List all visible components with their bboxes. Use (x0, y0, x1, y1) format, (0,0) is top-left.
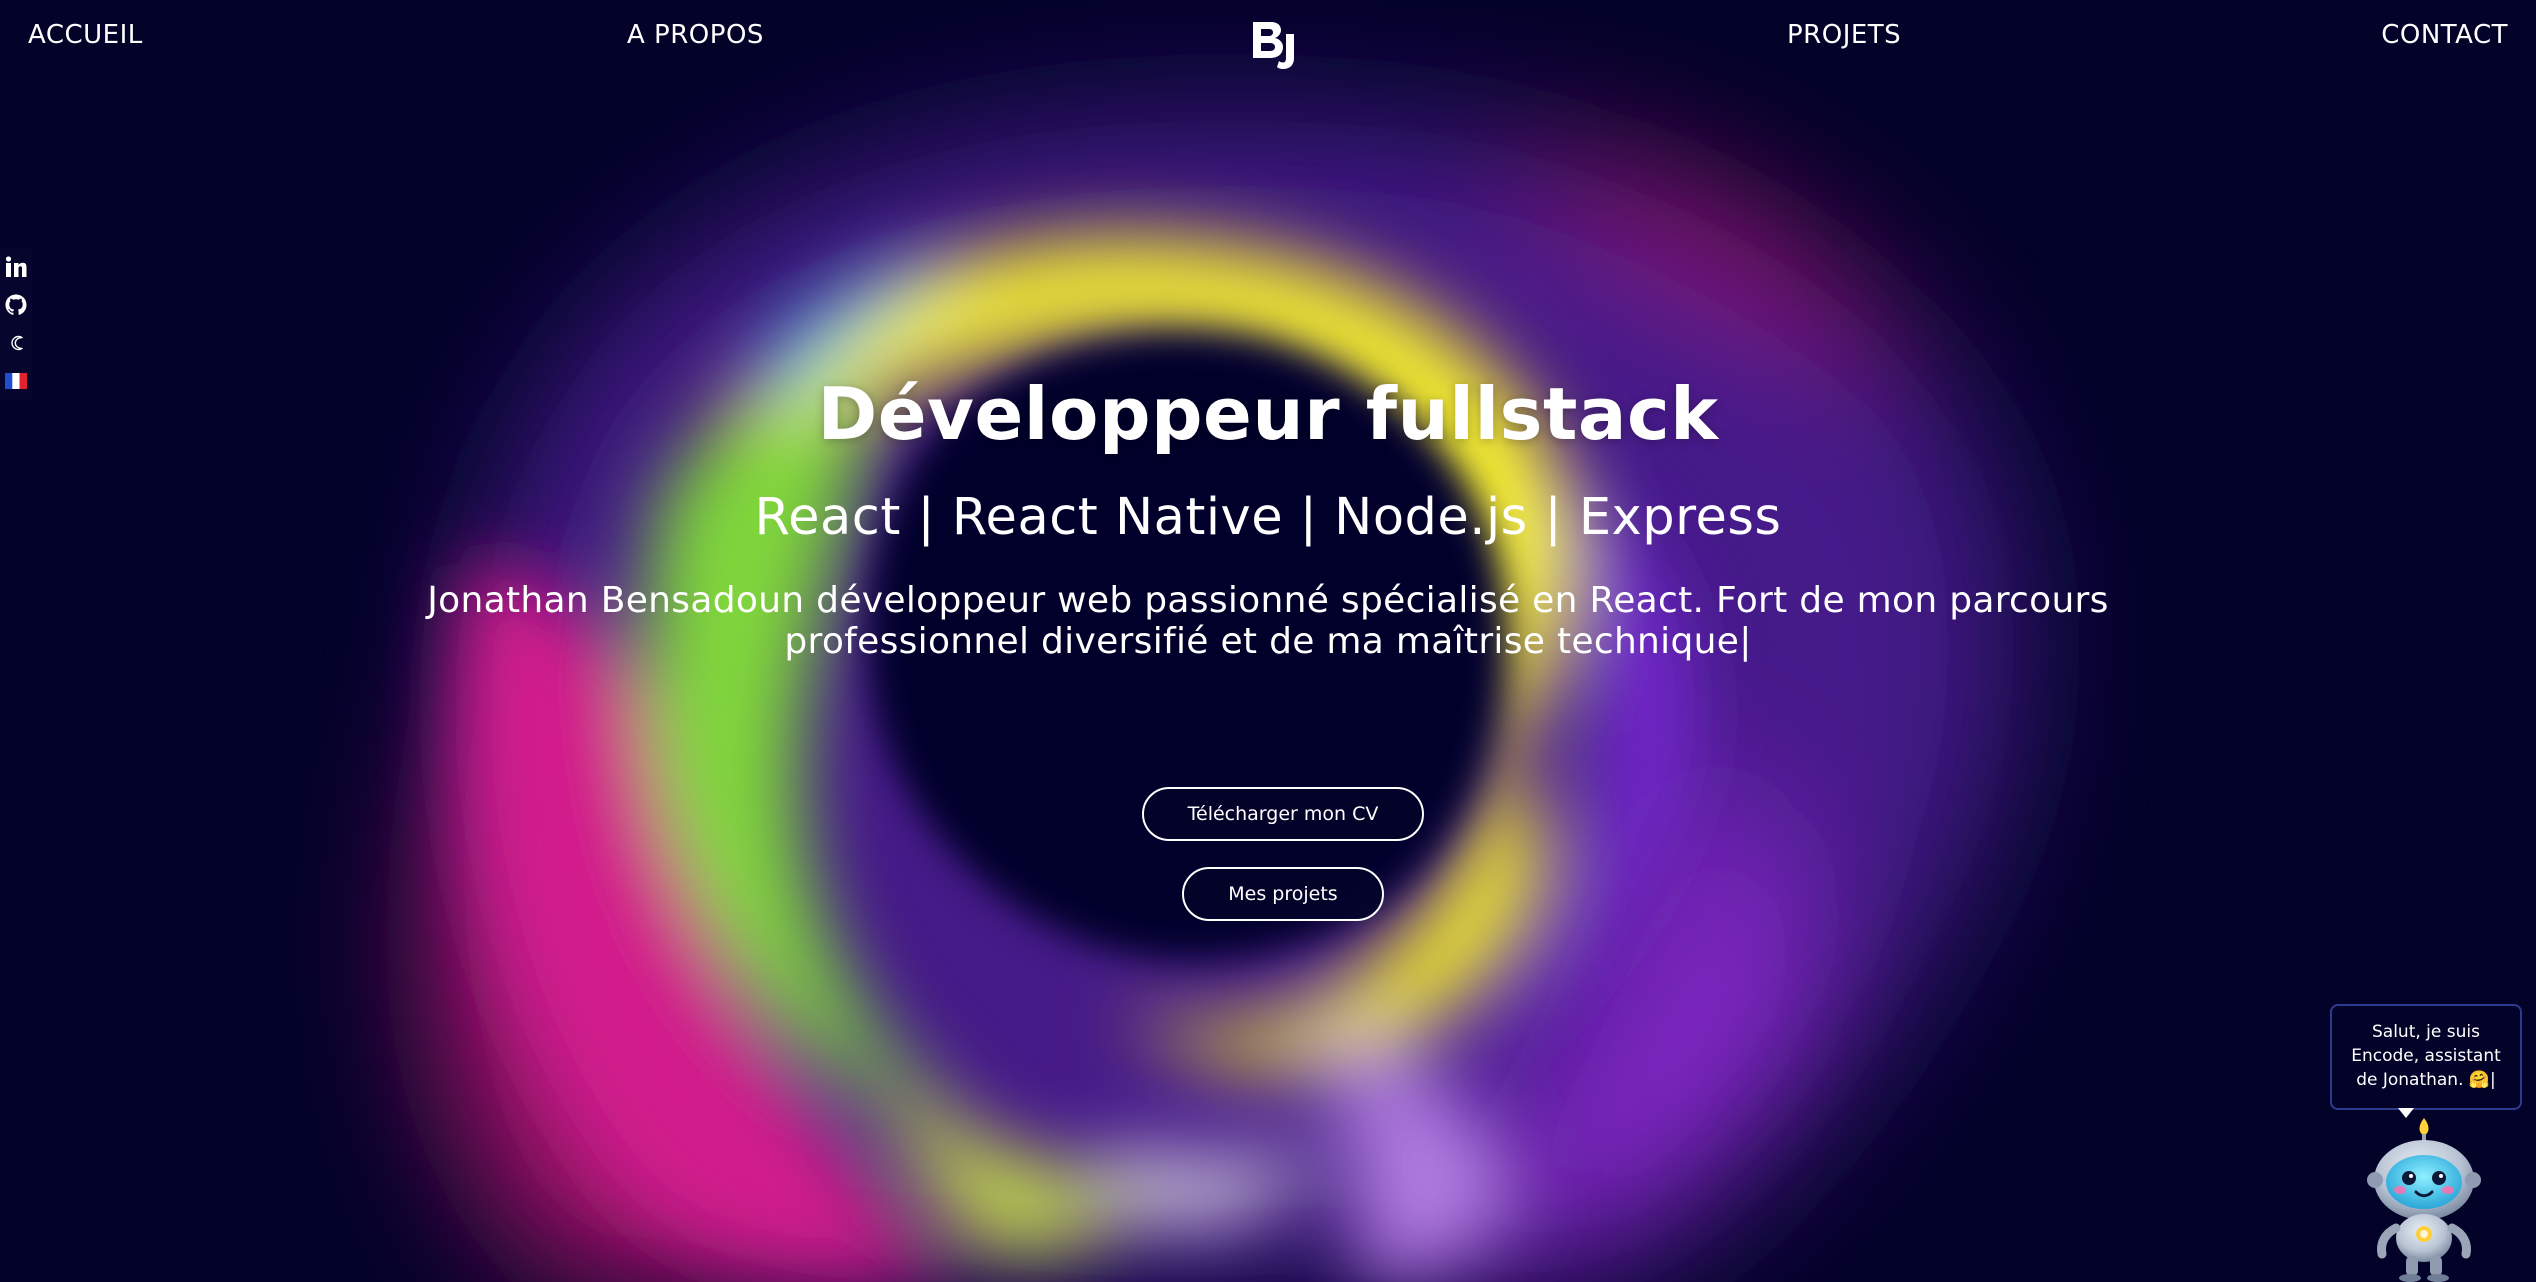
social-sidebar (0, 248, 32, 400)
typing-cursor: | (1739, 621, 1752, 662)
assistant-speech-bubble: Salut, je suis Encode, assistant de Jona… (2330, 1004, 2522, 1110)
french-flag-icon (5, 373, 27, 389)
bj-logo-mark (1253, 22, 1294, 69)
linkedin-link[interactable] (0, 248, 32, 286)
language-toggle[interactable] (0, 362, 32, 400)
hero-tech-stack: React | React Native | Node.js | Express (754, 488, 1782, 547)
github-link[interactable] (0, 286, 32, 324)
theme-toggle[interactable] (0, 324, 32, 362)
hero-bio: Jonathan Bensadoun développeur web passi… (300, 580, 2236, 662)
my-projects-button[interactable]: Mes projets (1182, 867, 1384, 921)
nav-link-contact[interactable]: CONTACT (2381, 20, 2508, 50)
top-nav: ACCUEIL A PROPOS PROJETS CONTACT (0, 0, 2536, 80)
assistant-robot-avatar[interactable] (2366, 1116, 2482, 1282)
bj-logo[interactable] (1250, 18, 1302, 70)
download-cv-button[interactable]: Télécharger mon CV (1142, 787, 1424, 841)
nav-link-projets[interactable]: PROJETS (1787, 20, 1901, 50)
nav-link-accueil[interactable]: ACCUEIL (28, 20, 143, 50)
nav-link-a-propos[interactable]: A PROPOS (627, 20, 764, 50)
hero-bio-text: Jonathan Bensadoun développeur web passi… (427, 580, 2109, 662)
linkedin-icon (5, 256, 27, 277)
hero-title: Développeur fullstack (817, 372, 1719, 456)
page: ACCUEIL A PROPOS PROJETS CONTACT Dévelop… (0, 0, 2536, 1282)
robot-icon (2367, 1118, 2481, 1282)
moon-icon (11, 335, 23, 351)
github-icon (5, 294, 27, 315)
